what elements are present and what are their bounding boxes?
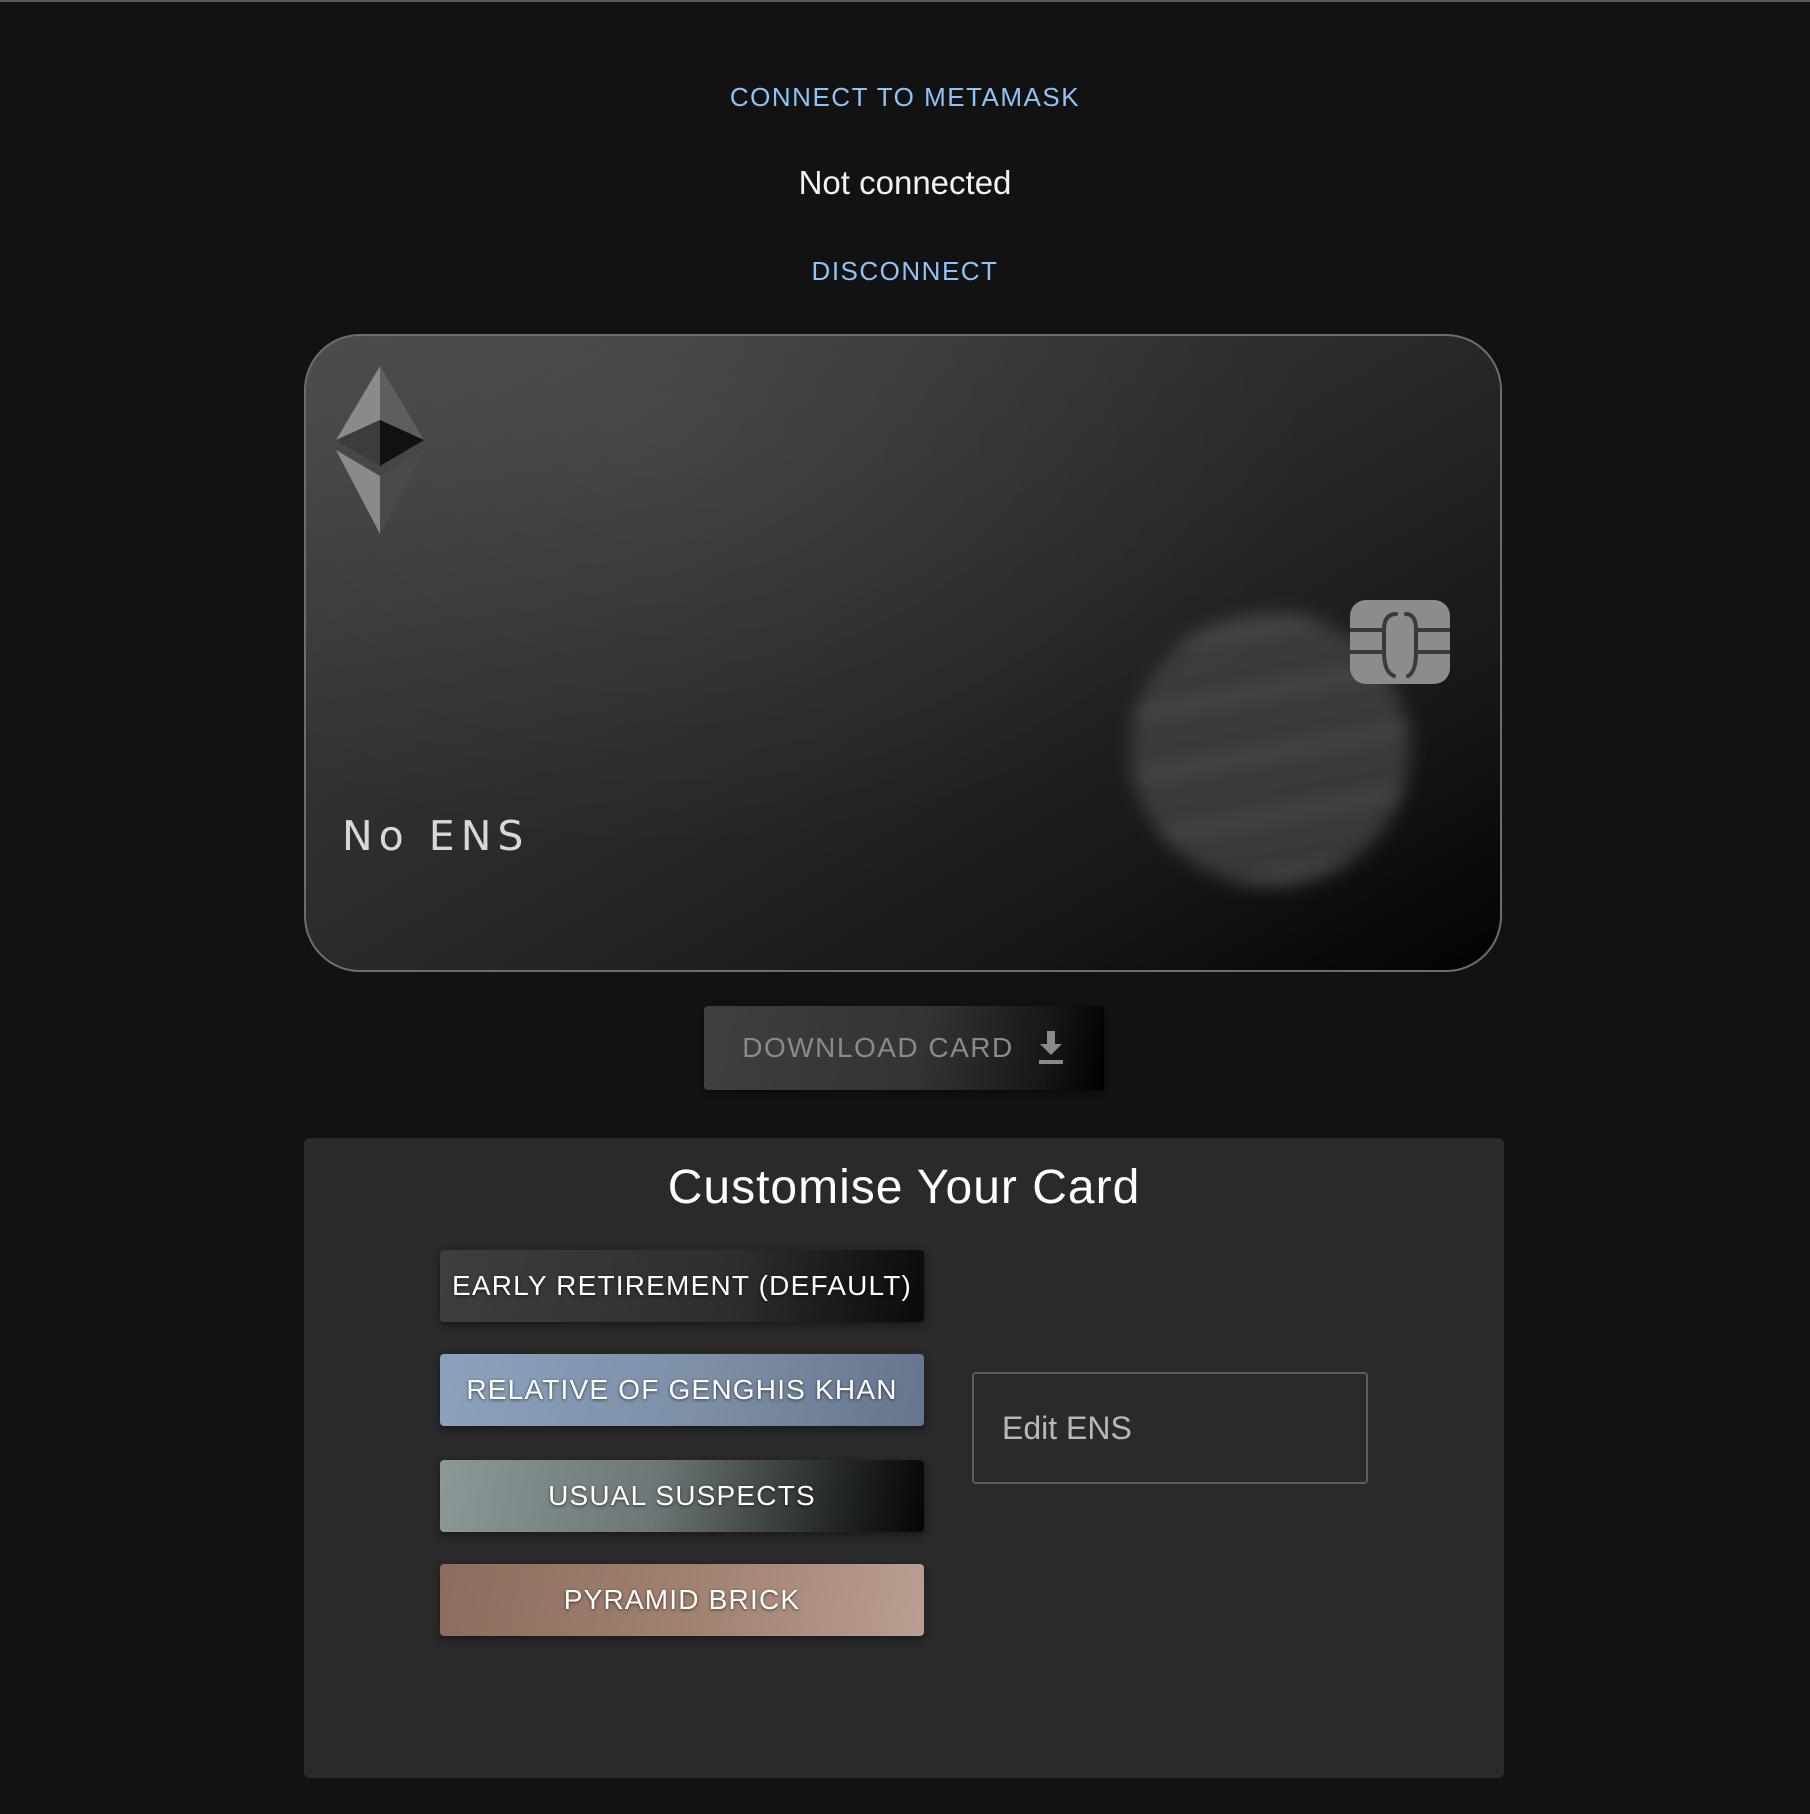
crypto-card-preview: No ENS [304, 334, 1502, 972]
card-ens-name: No ENS [342, 812, 530, 860]
disconnect-button[interactable]: DISCONNECT [0, 254, 1810, 288]
theme-usual-suspects-button[interactable]: USUAL SUSPECTS [440, 1460, 924, 1532]
download-icon [1038, 1031, 1063, 1064]
theme-pyramid-brick-button[interactable]: PYRAMID BRICK [440, 1564, 924, 1636]
download-card-button[interactable]: DOWNLOAD CARD [704, 1006, 1104, 1090]
top-border [0, 0, 1810, 2]
theme-relative-of-genghis-khan-button[interactable]: RELATIVE OF GENGHIS KHAN [440, 1354, 924, 1426]
connection-status: Not connected [798, 164, 1012, 201]
edit-ens-input[interactable] [972, 1372, 1368, 1484]
theme-early-retirement-button[interactable]: EARLY RETIREMENT (DEFAULT) [440, 1250, 924, 1322]
ethereum-icon [336, 366, 424, 534]
sim-chip-icon [1350, 600, 1450, 684]
customise-title: Customise Your Card [667, 1161, 1141, 1214]
connect-metamask-button[interactable]: CONNECT TO METAMASK [0, 80, 1810, 114]
download-card-label: DOWNLOAD CARD [742, 1032, 1014, 1063]
customise-panel: Customise Your Card EARLY RETIREMENT (DE… [304, 1138, 1504, 1778]
